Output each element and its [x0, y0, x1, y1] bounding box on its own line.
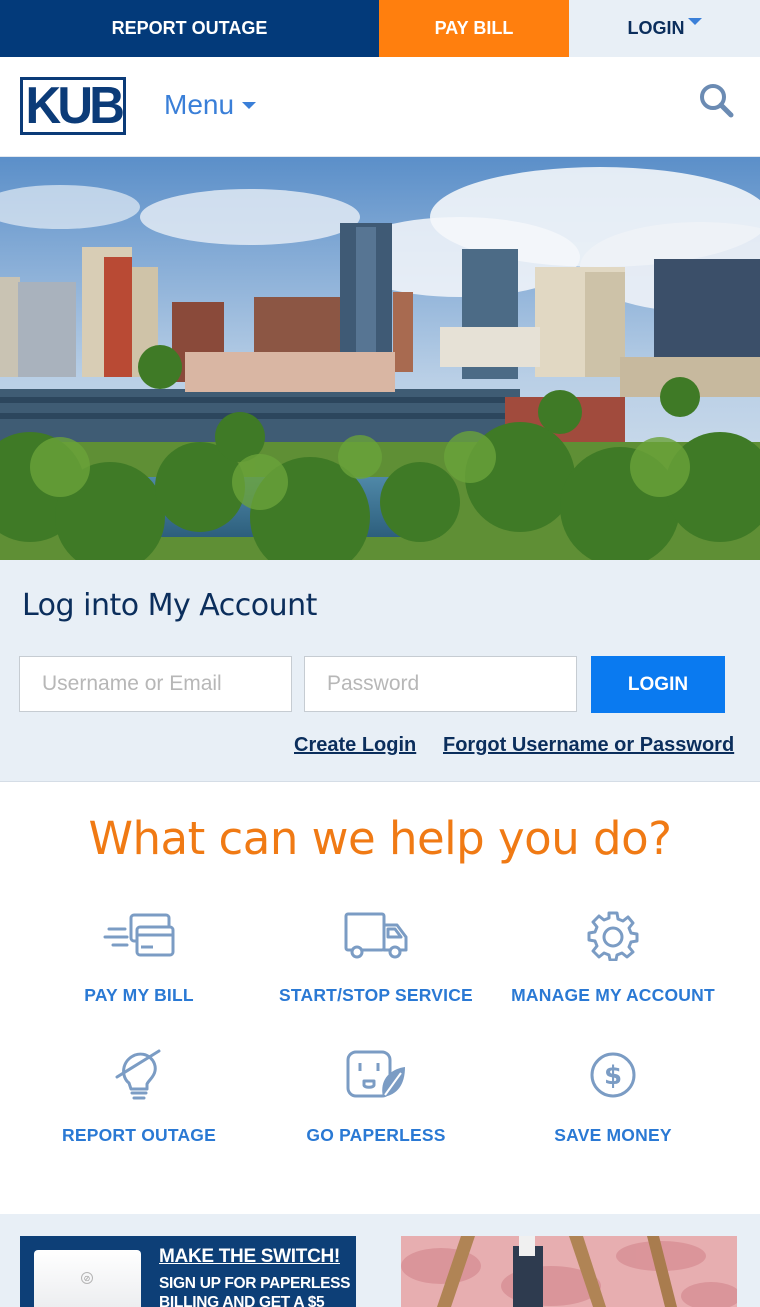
username-input[interactable]: Username or Email: [19, 656, 292, 712]
outlet-leaf-icon: [346, 1050, 405, 1098]
gear-icon: [587, 911, 639, 961]
report-outage-button[interactable]: REPORT OUTAGE: [0, 0, 379, 57]
credit-card-icon: [103, 913, 175, 957]
report-outage-label: REPORT OUTAGE: [62, 1125, 216, 1145]
kub-logo[interactable]: KUB: [20, 77, 126, 135]
login-submit-button[interactable]: LOGIN: [591, 656, 725, 713]
login-submit-label: LOGIN: [627, 673, 689, 695]
go-paperless-tile[interactable]: GO PAPERLESS: [251, 1047, 501, 1146]
site-header: KUB Menu: [0, 57, 760, 157]
pay-my-bill-label: PAY MY BILL: [84, 985, 194, 1005]
username-placeholder: Username or Email: [42, 672, 222, 695]
forgot-credentials-link[interactable]: Forgot Username or Password: [443, 734, 734, 757]
insulation-image: [401, 1236, 737, 1307]
logo-text: KUB: [25, 77, 124, 135]
light-switch-image: ⊘: [34, 1250, 141, 1307]
login-panel: Log into My Account Username or Email Pa…: [0, 560, 760, 782]
insulation-promo-card[interactable]: [401, 1236, 737, 1307]
truck-icon: [344, 912, 408, 959]
report-outage-tile[interactable]: REPORT OUTAGE: [14, 1047, 264, 1146]
go-paperless-label: GO PAPERLESS: [306, 1125, 446, 1145]
login-title: Log into My Account: [22, 588, 317, 623]
save-money-tile[interactable]: $ SAVE MONEY: [488, 1047, 738, 1146]
dollar-circle-icon: $: [590, 1052, 636, 1098]
svg-text:$: $: [604, 1061, 622, 1091]
create-login-link[interactable]: Create Login: [294, 734, 416, 757]
help-heading: What can we help you do?: [88, 812, 672, 865]
start-stop-service-label: START/STOP SERVICE: [279, 985, 473, 1005]
menu-toggle[interactable]: Menu: [164, 89, 257, 121]
manage-my-account-tile[interactable]: MANAGE MY ACCOUNT: [488, 907, 738, 1006]
password-placeholder: Password: [327, 672, 420, 695]
chevron-down-icon: [242, 101, 257, 109]
paperless-promo-card[interactable]: ⊘ MAKE THE SWITCH! SIGN UP FOR PAPERLESS…: [20, 1236, 356, 1307]
save-money-label: SAVE MONEY: [554, 1125, 672, 1145]
promo-heading: MAKE THE SWITCH!: [159, 1246, 340, 1267]
promo-text: SIGN UP FOR PAPERLESS BILLING AND GET A …: [159, 1275, 351, 1307]
login-dropdown-button[interactable]: LOGIN: [569, 0, 760, 57]
pay-bill-button[interactable]: PAY BILL: [379, 0, 569, 57]
menu-label: Menu: [164, 89, 235, 120]
login-dropdown-label: LOGIN: [627, 18, 685, 38]
search-icon[interactable]: [697, 81, 737, 121]
chevron-down-icon: [687, 18, 702, 25]
password-input[interactable]: Password: [304, 656, 577, 712]
report-outage-label: REPORT OUTAGE: [111, 18, 268, 38]
lightbulb-off-icon: [115, 1049, 161, 1100]
utility-bar: REPORT OUTAGE PAY BILL LOGIN: [0, 0, 760, 57]
manage-my-account-label: MANAGE MY ACCOUNT: [511, 985, 715, 1005]
screw-icon: ⊘: [81, 1272, 93, 1284]
start-stop-service-tile[interactable]: START/STOP SERVICE: [251, 907, 501, 1006]
pay-bill-label: PAY BILL: [434, 18, 514, 38]
hero-image: [0, 157, 760, 560]
pay-my-bill-tile[interactable]: PAY MY BILL: [14, 907, 264, 1006]
